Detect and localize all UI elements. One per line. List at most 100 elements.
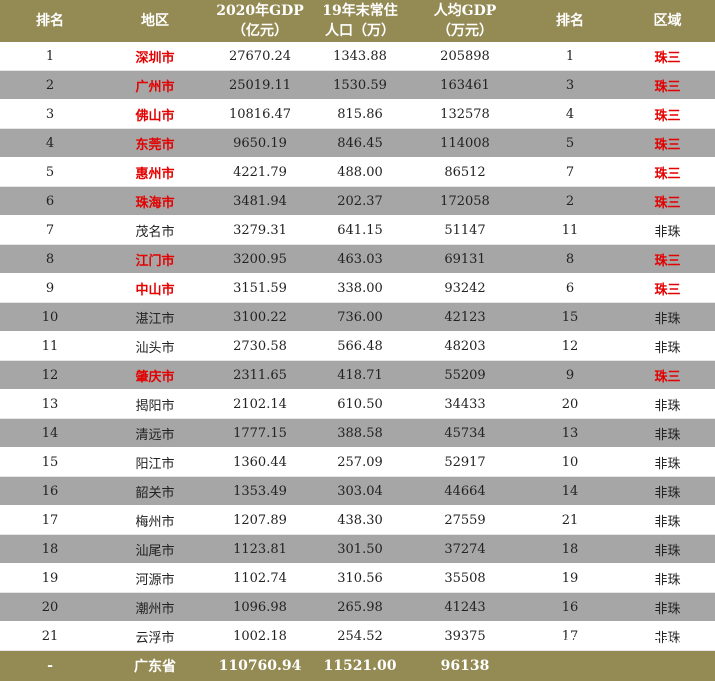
header-per-capita-gdp-line1: 人均GDP bbox=[410, 1, 520, 21]
cell-per-capita-rank: 20 bbox=[520, 390, 620, 419]
table-row: 14清远市1777.15388.584573413非珠 bbox=[0, 419, 715, 448]
cell-city: 江门市 bbox=[100, 245, 210, 274]
cell-city: 云浮市 bbox=[100, 622, 210, 651]
cell-gdp: 3481.94 bbox=[210, 187, 310, 216]
cell-zone: 非珠 bbox=[620, 477, 715, 506]
cell-zone: 珠三 bbox=[620, 42, 715, 71]
cell-gdp: 27670.24 bbox=[210, 42, 310, 71]
cell-city: 茂名市 bbox=[100, 216, 210, 245]
cell-population: 257.09 bbox=[310, 448, 410, 477]
cell-per-capita-rank: 16 bbox=[520, 593, 620, 622]
cell-gdp: 2102.14 bbox=[210, 390, 310, 419]
cell-population: 488.00 bbox=[310, 158, 410, 187]
cell-per-capita-gdp: 132578 bbox=[410, 100, 520, 129]
cell-city: 深圳市 bbox=[100, 42, 210, 71]
cell-population: 301.50 bbox=[310, 535, 410, 564]
total-zone bbox=[620, 651, 715, 681]
cell-per-capita-rank: 7 bbox=[520, 158, 620, 187]
cell-per-capita-gdp: 172058 bbox=[410, 187, 520, 216]
cell-population: 438.30 bbox=[310, 506, 410, 535]
gdp-ranking-document: 排名 地区 2020年GDP （亿元） 19年末常住 人口（万） 人均GDP （… bbox=[0, 0, 715, 659]
cell-per-capita-rank: 8 bbox=[520, 245, 620, 274]
table-row: 5惠州市4221.79488.00865127珠三 bbox=[0, 158, 715, 187]
cell-per-capita-gdp: 86512 bbox=[410, 158, 520, 187]
cell-zone: 珠三 bbox=[620, 71, 715, 100]
cell-per-capita-gdp: 41243 bbox=[410, 593, 520, 622]
cell-per-capita-rank: 18 bbox=[520, 535, 620, 564]
total-row: - 广东省 110760.94 11521.00 96138 bbox=[0, 651, 715, 681]
cell-gdp: 10816.47 bbox=[210, 100, 310, 129]
cell-per-capita-rank: 14 bbox=[520, 477, 620, 506]
gdp-ranking-table: 排名 地区 2020年GDP （亿元） 19年末常住 人口（万） 人均GDP （… bbox=[0, 0, 715, 681]
cell-population: 310.56 bbox=[310, 564, 410, 593]
cell-rank: 11 bbox=[0, 332, 100, 361]
header-rank: 排名 bbox=[0, 0, 100, 42]
cell-rank: 9 bbox=[0, 274, 100, 303]
cell-gdp: 3151.59 bbox=[210, 274, 310, 303]
cell-per-capita-gdp: 27559 bbox=[410, 506, 520, 535]
cell-rank: 14 bbox=[0, 419, 100, 448]
cell-zone: 珠三 bbox=[620, 245, 715, 274]
header-row: 排名 地区 2020年GDP （亿元） 19年末常住 人口（万） 人均GDP （… bbox=[0, 0, 715, 42]
header-per-capita-gdp-line2: （万元） bbox=[410, 21, 520, 41]
cell-per-capita-rank: 11 bbox=[520, 216, 620, 245]
cell-population: 610.50 bbox=[310, 390, 410, 419]
cell-population: 566.48 bbox=[310, 332, 410, 361]
cell-per-capita-rank: 5 bbox=[520, 129, 620, 158]
total-rank: - bbox=[0, 651, 100, 681]
cell-per-capita-rank: 10 bbox=[520, 448, 620, 477]
cell-city: 韶关市 bbox=[100, 477, 210, 506]
cell-population: 736.00 bbox=[310, 303, 410, 332]
table-row: 7茂名市3279.31641.155114711非珠 bbox=[0, 216, 715, 245]
cell-population: 418.71 bbox=[310, 361, 410, 390]
cell-population: 846.45 bbox=[310, 129, 410, 158]
cell-per-capita-rank: 1 bbox=[520, 42, 620, 71]
table-row: 9中山市3151.59338.00932426珠三 bbox=[0, 274, 715, 303]
table-row: 18汕尾市1123.81301.503727418非珠 bbox=[0, 535, 715, 564]
cell-city: 中山市 bbox=[100, 274, 210, 303]
cell-rank: 17 bbox=[0, 506, 100, 535]
cell-gdp: 3200.95 bbox=[210, 245, 310, 274]
cell-rank: 5 bbox=[0, 158, 100, 187]
cell-gdp: 4221.79 bbox=[210, 158, 310, 187]
cell-city: 潮州市 bbox=[100, 593, 210, 622]
table-row: 12肇庆市2311.65418.71552099珠三 bbox=[0, 361, 715, 390]
cell-gdp: 9650.19 bbox=[210, 129, 310, 158]
cell-city: 清远市 bbox=[100, 419, 210, 448]
cell-gdp: 1096.98 bbox=[210, 593, 310, 622]
cell-zone: 非珠 bbox=[620, 332, 715, 361]
cell-city: 阳江市 bbox=[100, 448, 210, 477]
cell-population: 388.58 bbox=[310, 419, 410, 448]
table-row: 17梅州市1207.89438.302755921非珠 bbox=[0, 506, 715, 535]
cell-rank: 19 bbox=[0, 564, 100, 593]
header-population-line2: 人口（万） bbox=[310, 21, 410, 41]
table-row: 3佛山市10816.47815.861325784珠三 bbox=[0, 100, 715, 129]
header-population-line1: 19年末常住 bbox=[310, 1, 410, 21]
cell-gdp: 1777.15 bbox=[210, 419, 310, 448]
header-population: 19年末常住 人口（万） bbox=[310, 0, 410, 42]
cell-rank: 2 bbox=[0, 71, 100, 100]
header-zone: 区域 bbox=[620, 0, 715, 42]
table-row: 15阳江市1360.44257.095291710非珠 bbox=[0, 448, 715, 477]
cell-rank: 6 bbox=[0, 187, 100, 216]
cell-population: 254.52 bbox=[310, 622, 410, 651]
cell-rank: 10 bbox=[0, 303, 100, 332]
cell-rank: 18 bbox=[0, 535, 100, 564]
cell-rank: 15 bbox=[0, 448, 100, 477]
cell-per-capita-gdp: 42123 bbox=[410, 303, 520, 332]
table-row: 16韶关市1353.49303.044466414非珠 bbox=[0, 477, 715, 506]
header-region-name: 地区 bbox=[100, 0, 210, 42]
cell-zone: 珠三 bbox=[620, 100, 715, 129]
cell-per-capita-rank: 2 bbox=[520, 187, 620, 216]
cell-gdp: 1102.74 bbox=[210, 564, 310, 593]
cell-per-capita-rank: 9 bbox=[520, 361, 620, 390]
cell-population: 338.00 bbox=[310, 274, 410, 303]
cell-gdp: 3279.31 bbox=[210, 216, 310, 245]
cell-per-capita-rank: 19 bbox=[520, 564, 620, 593]
cell-zone: 珠三 bbox=[620, 158, 715, 187]
cell-city: 惠州市 bbox=[100, 158, 210, 187]
total-per-capita-gdp: 96138 bbox=[410, 651, 520, 681]
header-gdp: 2020年GDP （亿元） bbox=[210, 0, 310, 42]
cell-per-capita-gdp: 205898 bbox=[410, 42, 520, 71]
cell-city: 肇庆市 bbox=[100, 361, 210, 390]
